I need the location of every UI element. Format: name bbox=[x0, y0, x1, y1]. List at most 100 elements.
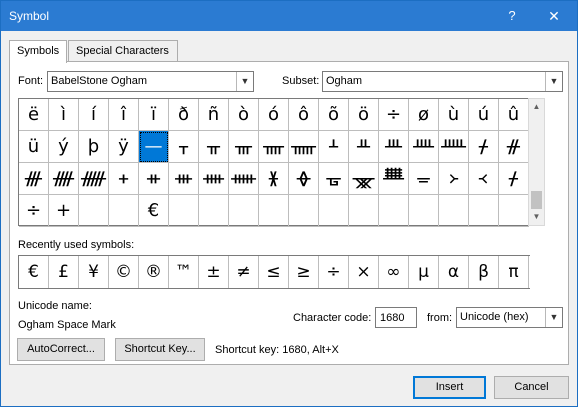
symbol-cell[interactable] bbox=[349, 195, 379, 227]
recent-symbol-cell[interactable]: ÷ bbox=[319, 256, 349, 288]
symbol-cell[interactable]: ᚘ bbox=[349, 163, 379, 195]
symbol-cell[interactable]: õ bbox=[319, 99, 349, 131]
recent-symbol-cell[interactable]: × bbox=[349, 256, 379, 288]
symbol-cell[interactable] bbox=[469, 195, 499, 227]
symbol-cell[interactable]: ï bbox=[139, 99, 169, 131]
close-icon[interactable]: ✕ bbox=[531, 1, 577, 31]
font-dropdown[interactable]: BabelStone Ogham ▼ bbox=[47, 71, 254, 92]
symbol-cell[interactable]: ᚖ bbox=[289, 163, 319, 195]
recent-symbol-cell[interactable]: ∞ bbox=[379, 256, 409, 288]
symbol-cell[interactable] bbox=[379, 195, 409, 227]
symbol-cell[interactable]: + bbox=[49, 195, 79, 227]
from-dropdown[interactable]: Unicode (hex) ▼ bbox=[456, 307, 563, 328]
symbol-cell[interactable] bbox=[109, 195, 139, 227]
recent-symbol-cell[interactable]: β bbox=[469, 256, 499, 288]
symbol-cell[interactable]: ì bbox=[49, 99, 79, 131]
symbol-cell[interactable] bbox=[199, 195, 229, 227]
symbol-cell[interactable]: ø bbox=[409, 99, 439, 131]
subset-dropdown[interactable]: Ogham ▼ bbox=[322, 71, 563, 92]
symbol-cell[interactable] bbox=[439, 195, 469, 227]
recent-symbol-cell[interactable]: ≥ bbox=[289, 256, 319, 288]
symbol-cell[interactable]: î bbox=[109, 99, 139, 131]
symbol-cell[interactable]: ô bbox=[289, 99, 319, 131]
symbol-cell[interactable]: ᚂ bbox=[199, 131, 229, 163]
symbol-cell[interactable]: ë bbox=[19, 99, 49, 131]
symbol-cell[interactable] bbox=[289, 195, 319, 227]
symbol-cell[interactable]: ᚃ bbox=[229, 131, 259, 163]
symbol-grid-scrollbar[interactable]: ▲ ▼ bbox=[528, 98, 545, 226]
recent-symbol-cell[interactable]: € bbox=[19, 256, 49, 288]
symbol-cell[interactable]: ÷ bbox=[379, 99, 409, 131]
symbol-cell[interactable]: ᚍ bbox=[19, 163, 49, 195]
symbol-cell[interactable]: þ bbox=[79, 131, 109, 163]
cancel-button[interactable]: Cancel bbox=[494, 376, 569, 399]
symbol-cell[interactable]: ÿ bbox=[109, 131, 139, 163]
chevron-down-icon[interactable]: ▼ bbox=[236, 72, 253, 91]
symbol-cell[interactable]: ò bbox=[229, 99, 259, 131]
insert-button[interactable]: Insert bbox=[413, 376, 486, 399]
symbol-cell[interactable]: ᚚ bbox=[409, 163, 439, 195]
symbol-cell[interactable]: ᚑ bbox=[139, 163, 169, 195]
symbol-cell[interactable]: ᚔ bbox=[229, 163, 259, 195]
recent-symbol-cell[interactable]: ± bbox=[199, 256, 229, 288]
symbol-cell[interactable]: ᚗ bbox=[319, 163, 349, 195]
symbol-cell[interactable]: ᚁ bbox=[169, 131, 199, 163]
symbol-cell[interactable]: ᚛ bbox=[439, 163, 469, 195]
recent-symbol-cell[interactable]: α bbox=[439, 256, 469, 288]
symbol-cell[interactable]: ᚈ bbox=[379, 131, 409, 163]
symbol-cell[interactable]: û bbox=[499, 99, 529, 131]
symbol-cell[interactable]: ᚄ bbox=[259, 131, 289, 163]
symbol-cell[interactable]: ᚙ bbox=[379, 163, 409, 195]
symbol-cell[interactable]: ᚆ bbox=[319, 131, 349, 163]
recent-symbol-cell[interactable]: £ bbox=[49, 256, 79, 288]
recent-symbol-cell[interactable]: © bbox=[109, 256, 139, 288]
symbol-cell-selected[interactable]: — bbox=[139, 131, 169, 163]
symbol-cell[interactable]: í bbox=[79, 99, 109, 131]
symbol-cell[interactable]: ó bbox=[259, 99, 289, 131]
symbol-cell[interactable] bbox=[499, 195, 529, 227]
symbol-cell[interactable] bbox=[169, 195, 199, 227]
recent-symbol-cell[interactable]: µ bbox=[409, 256, 439, 288]
symbol-cell[interactable] bbox=[229, 195, 259, 227]
symbol-cell[interactable]: ᚏ bbox=[79, 163, 109, 195]
symbol-cell[interactable]: ÷ bbox=[19, 195, 49, 227]
symbol-cell[interactable]: ú bbox=[469, 99, 499, 131]
recent-symbol-cell[interactable]: π bbox=[499, 256, 529, 288]
symbol-cell[interactable] bbox=[79, 195, 109, 227]
symbol-cell[interactable] bbox=[409, 195, 439, 227]
autocorrect-button[interactable]: AutoCorrect... bbox=[17, 338, 105, 361]
symbol-cell[interactable]: ᚐ bbox=[109, 163, 139, 195]
recent-symbol-cell[interactable]: ™ bbox=[169, 256, 199, 288]
symbol-cell[interactable]: € bbox=[139, 195, 169, 227]
symbol-cell[interactable]: ù bbox=[439, 99, 469, 131]
tab-symbols[interactable]: Symbols bbox=[9, 40, 67, 63]
symbol-cell[interactable]: ö bbox=[349, 99, 379, 131]
symbol-cell[interactable]: ᚎ bbox=[49, 163, 79, 195]
symbol-cell[interactable]: ᚌ bbox=[499, 131, 529, 163]
recent-symbol-cell[interactable]: ¥ bbox=[79, 256, 109, 288]
symbol-cell[interactable]: ᚜ bbox=[469, 163, 499, 195]
shortcut-key-button[interactable]: Shortcut Key... bbox=[115, 338, 205, 361]
chevron-down-icon[interactable]: ▼ bbox=[545, 72, 562, 91]
symbol-cell[interactable]: ᚊ bbox=[439, 131, 469, 163]
symbol-cell[interactable]: ᚇ bbox=[349, 131, 379, 163]
scrollbar-thumb[interactable] bbox=[531, 191, 542, 209]
symbol-cell[interactable]: ý bbox=[49, 131, 79, 163]
triangle-down-icon[interactable]: ▼ bbox=[529, 209, 544, 225]
symbol-cell[interactable]: ᚉ bbox=[409, 131, 439, 163]
recent-symbol-cell[interactable]: ® bbox=[139, 256, 169, 288]
help-icon[interactable]: ? bbox=[497, 1, 527, 31]
symbol-cell[interactable]: ᚒ bbox=[169, 163, 199, 195]
symbol-cell[interactable]: ᚋ bbox=[499, 163, 529, 195]
tab-special-characters[interactable]: Special Characters bbox=[68, 40, 178, 62]
chevron-down-icon[interactable]: ▼ bbox=[545, 308, 562, 327]
recent-symbol-cell[interactable]: ≤ bbox=[259, 256, 289, 288]
recent-symbol-cell[interactable]: ≠ bbox=[229, 256, 259, 288]
symbol-cell[interactable]: ᚕ bbox=[259, 163, 289, 195]
symbol-cell[interactable]: ñ bbox=[199, 99, 229, 131]
character-code-field[interactable] bbox=[375, 307, 417, 328]
symbol-cell[interactable] bbox=[259, 195, 289, 227]
symbol-cell[interactable]: ð bbox=[169, 99, 199, 131]
triangle-up-icon[interactable]: ▲ bbox=[529, 99, 544, 115]
symbol-cell[interactable] bbox=[319, 195, 349, 227]
